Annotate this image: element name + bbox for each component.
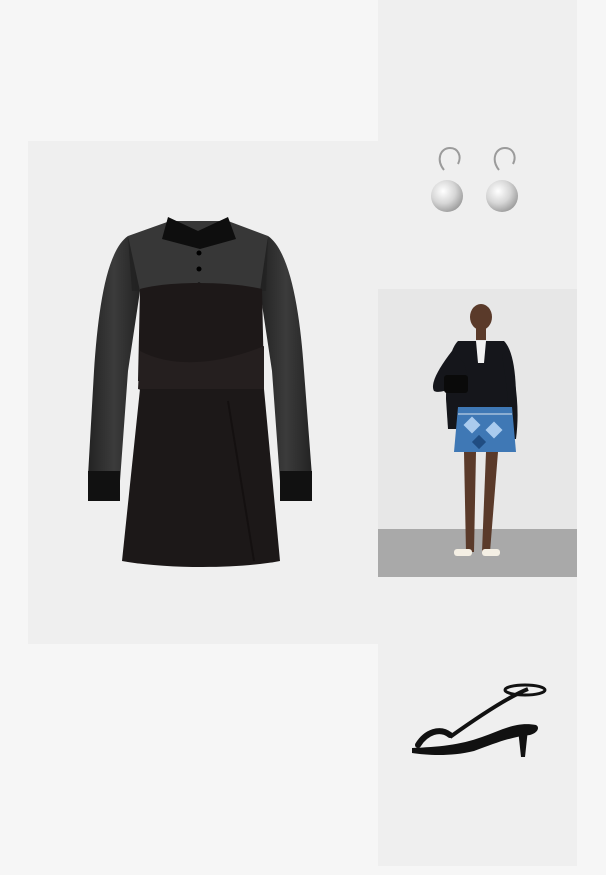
sandal-image — [412, 683, 547, 757]
earring-image — [431, 146, 518, 212]
skirt — [122, 389, 280, 567]
sandal-product-tile[interactable] — [378, 577, 577, 866]
left-pearl — [431, 180, 463, 212]
bag — [444, 375, 468, 393]
kitten-heel — [518, 729, 528, 757]
dress-product-tile[interactable] — [28, 141, 378, 644]
model-image — [378, 289, 577, 577]
model-product-tile[interactable] — [378, 289, 577, 577]
dress-image — [88, 217, 312, 567]
outfit-collage — [0, 0, 606, 875]
sandal-sole — [412, 724, 538, 755]
earring-product-tile[interactable] — [378, 0, 577, 289]
right-pearl — [486, 180, 518, 212]
